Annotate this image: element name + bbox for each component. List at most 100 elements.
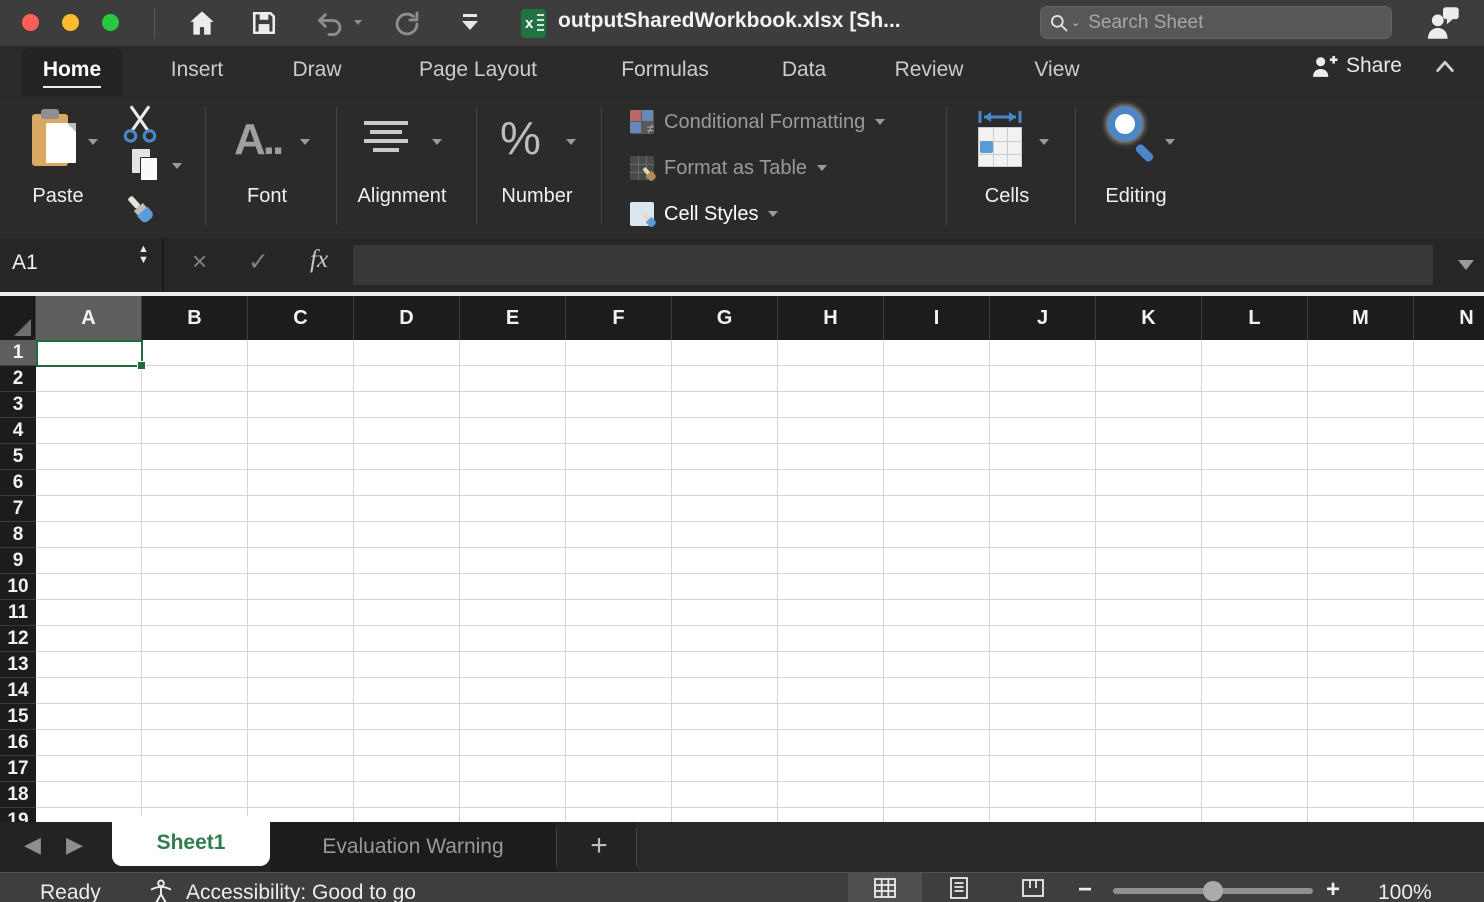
close-window-button[interactable] xyxy=(22,14,39,31)
column-header-D[interactable]: D xyxy=(354,296,460,340)
formula-input[interactable] xyxy=(353,245,1433,285)
page-break-view-button[interactable] xyxy=(996,873,1070,902)
number-icon[interactable]: % xyxy=(500,111,541,165)
font-icon[interactable]: A.. xyxy=(234,115,281,165)
column-header-K[interactable]: K xyxy=(1096,296,1202,340)
prev-sheet-icon[interactable]: ◀ xyxy=(24,832,41,858)
tab-draw[interactable]: Draw xyxy=(280,58,354,82)
paste-dropdown-caret-icon[interactable] xyxy=(88,139,98,145)
enter-icon[interactable]: ✓ xyxy=(248,247,269,277)
row-header-6[interactable]: 6 xyxy=(0,470,36,496)
paste-clipboard-icon[interactable] xyxy=(32,109,80,169)
undo-icon[interactable] xyxy=(316,10,344,38)
copy-icon[interactable] xyxy=(132,149,166,185)
row-header-2[interactable]: 2 xyxy=(0,366,36,392)
column-header-M[interactable]: M xyxy=(1308,296,1414,340)
cell-styles-button[interactable]: Cell Styles xyxy=(630,199,778,229)
zoom-out-button[interactable]: − xyxy=(1078,876,1092,902)
paste-label[interactable]: Paste xyxy=(20,185,96,208)
editing-dropdown-caret-icon[interactable] xyxy=(1165,139,1175,145)
row-header-19[interactable]: 19 xyxy=(0,808,36,822)
alignment-label[interactable]: Alignment xyxy=(346,185,458,208)
column-header-J[interactable]: J xyxy=(990,296,1096,340)
row-header-10[interactable]: 10 xyxy=(0,574,36,600)
row-header-16[interactable]: 16 xyxy=(0,730,36,756)
spinner-down-icon[interactable]: ▼ xyxy=(138,255,149,266)
undo-dropdown-caret-icon[interactable] xyxy=(354,20,362,25)
people-icon[interactable] xyxy=(1426,6,1460,40)
row-header-14[interactable]: 14 xyxy=(0,678,36,704)
page-layout-view-button[interactable] xyxy=(922,873,996,902)
minimize-window-button[interactable] xyxy=(62,14,79,31)
row-header-11[interactable]: 11 xyxy=(0,600,36,626)
toolbar-options-icon[interactable] xyxy=(458,12,482,34)
number-dropdown-caret-icon[interactable] xyxy=(566,139,576,145)
alignment-icon[interactable] xyxy=(364,121,408,157)
home-icon[interactable] xyxy=(188,10,216,36)
alignment-dropdown-caret-icon[interactable] xyxy=(432,139,442,145)
zoom-level[interactable]: 100% xyxy=(1378,881,1432,902)
column-header-A[interactable]: A xyxy=(36,296,142,340)
search-field[interactable]: ⌄ xyxy=(1040,6,1392,39)
maximize-window-button[interactable] xyxy=(102,14,119,31)
selected-cell-A1[interactable] xyxy=(36,340,143,367)
zoom-slider-thumb[interactable] xyxy=(1203,881,1223,901)
column-header-I[interactable]: I xyxy=(884,296,990,340)
number-label[interactable]: Number xyxy=(490,185,584,208)
expand-formula-bar-icon[interactable] xyxy=(1458,260,1474,270)
row-header-17[interactable]: 17 xyxy=(0,756,36,782)
search-scope-caret-icon[interactable]: ⌄ xyxy=(1071,16,1080,29)
format-as-table-button[interactable]: Format as Table xyxy=(630,153,827,183)
tab-data[interactable]: Data xyxy=(764,58,844,82)
row-header-9[interactable]: 9 xyxy=(0,548,36,574)
editing-search-icon[interactable] xyxy=(1102,105,1164,171)
name-box-spinner[interactable]: ▲ ▼ xyxy=(138,244,149,266)
row-header-3[interactable]: 3 xyxy=(0,392,36,418)
format-painter-icon[interactable] xyxy=(118,187,163,232)
tab-insert[interactable]: Insert xyxy=(160,58,234,82)
font-dropdown-caret-icon[interactable] xyxy=(300,139,310,145)
collapse-ribbon-icon[interactable] xyxy=(1434,58,1456,74)
column-header-E[interactable]: E xyxy=(460,296,566,340)
normal-view-button[interactable] xyxy=(848,873,922,902)
tab-page-layout[interactable]: Page Layout xyxy=(408,58,548,82)
column-header-C[interactable]: C xyxy=(248,296,354,340)
cells-label[interactable]: Cells xyxy=(962,185,1052,208)
cancel-icon[interactable]: × xyxy=(192,246,207,277)
name-box[interactable]: A1 xyxy=(12,251,38,275)
row-header-7[interactable]: 7 xyxy=(0,496,36,522)
conditional-formatting-button[interactable]: ≠ Conditional Formatting xyxy=(630,107,885,137)
column-header-F[interactable]: F xyxy=(566,296,672,340)
font-label[interactable]: Font xyxy=(229,185,305,208)
search-input[interactable] xyxy=(1086,11,1383,35)
select-all-corner[interactable] xyxy=(0,296,36,340)
share-button[interactable]: Share xyxy=(1312,54,1456,78)
column-header-L[interactable]: L xyxy=(1202,296,1308,340)
next-sheet-icon[interactable]: ▶ xyxy=(66,832,83,858)
save-icon[interactable] xyxy=(251,10,277,36)
column-header-H[interactable]: H xyxy=(778,296,884,340)
row-header-13[interactable]: 13 xyxy=(0,652,36,678)
zoom-slider[interactable] xyxy=(1113,888,1313,894)
column-header-N[interactable]: N xyxy=(1414,296,1484,340)
row-header-8[interactable]: 8 xyxy=(0,522,36,548)
row-header-18[interactable]: 18 xyxy=(0,782,36,808)
tab-home[interactable]: Home xyxy=(22,48,122,96)
add-sheet-button[interactable]: + xyxy=(584,826,614,866)
row-header-15[interactable]: 15 xyxy=(0,704,36,730)
redo-icon[interactable] xyxy=(393,10,421,38)
row-header-12[interactable]: 12 xyxy=(0,626,36,652)
cells-icon[interactable] xyxy=(972,109,1028,171)
cell-area[interactable] xyxy=(36,340,1484,822)
zoom-in-button[interactable]: + xyxy=(1326,876,1340,902)
row-header-1[interactable]: 1 xyxy=(0,340,36,366)
cells-dropdown-caret-icon[interactable] xyxy=(1039,139,1049,145)
copy-dropdown-caret-icon[interactable] xyxy=(172,163,182,169)
tab-formulas[interactable]: Formulas xyxy=(600,58,730,82)
cut-scissors-icon[interactable] xyxy=(122,105,158,143)
fill-handle[interactable] xyxy=(137,361,146,370)
row-header-5[interactable]: 5 xyxy=(0,444,36,470)
sheet-tab-evaluation-warning[interactable]: Evaluation Warning xyxy=(270,822,556,872)
column-header-G[interactable]: G xyxy=(672,296,778,340)
insert-function-icon[interactable]: fx xyxy=(310,246,328,274)
